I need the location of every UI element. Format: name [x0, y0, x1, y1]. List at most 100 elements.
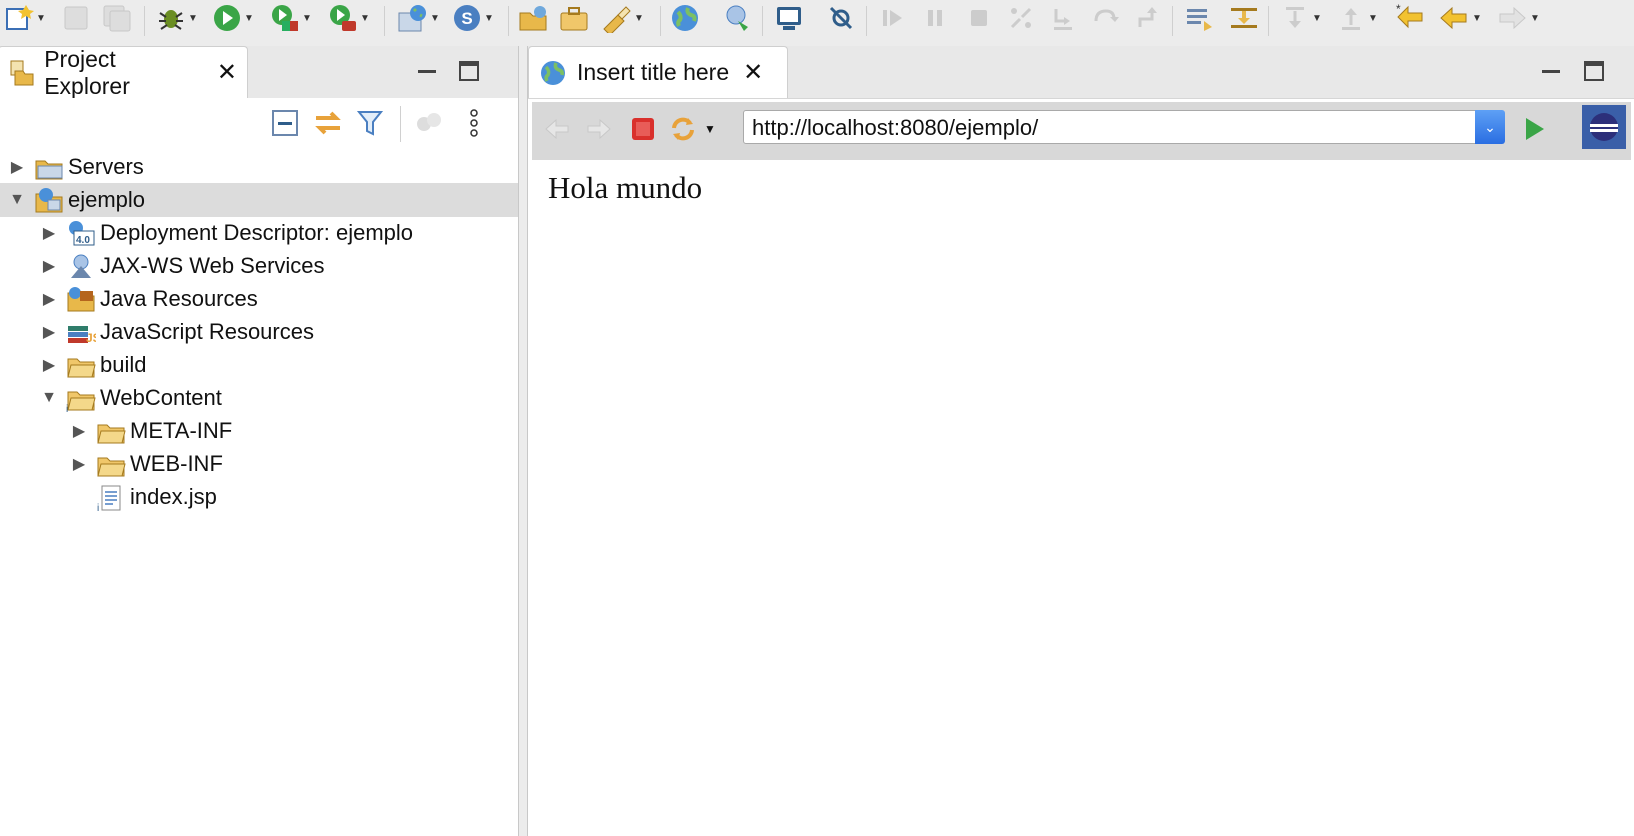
new-web-service-button[interactable]: S ▼ [452, 2, 494, 34]
last-edit-location-button[interactable]: * [1394, 2, 1426, 34]
disconnect-icon [1010, 7, 1032, 29]
suspend-button[interactable] [920, 2, 950, 34]
use-step-filters-button[interactable] [1184, 2, 1216, 34]
expand-arrow-icon[interactable]: ▶ [8, 157, 26, 177]
save-all-button[interactable] [102, 2, 132, 34]
run-icon [214, 5, 240, 31]
new-server-button[interactable]: ▼ [396, 2, 440, 34]
open-project-button[interactable] [518, 2, 550, 34]
step-return-icon [1138, 7, 1157, 27]
bug-icon [159, 10, 183, 30]
maximize-icon[interactable] [1583, 60, 1605, 82]
terminate-button[interactable] [964, 2, 994, 34]
resume-button[interactable] [878, 2, 908, 34]
skip-breakpoints-button[interactable] [826, 2, 856, 34]
tree-item-java-resources[interactable]: ▶ Java Resources [0, 282, 518, 316]
filter-icon[interactable] [356, 108, 384, 138]
globe-icon [672, 5, 698, 31]
tree-item-ejemplo[interactable]: ▼ ejemplo [0, 183, 518, 217]
tree-item-index-jsp[interactable]: i index.jsp [0, 480, 518, 514]
tree-item-javascript-resources[interactable]: ▶ JS JavaScript Resources [0, 315, 518, 349]
tree-item-jax-ws[interactable]: ▶ JAX-WS Web Services [0, 249, 518, 283]
web-services-explorer-button[interactable] [722, 2, 754, 34]
step-return-button[interactable] [1132, 2, 1162, 34]
svg-text:4.0: 4.0 [76, 235, 90, 246]
expand-arrow-icon[interactable]: ▶ [40, 355, 58, 375]
close-icon[interactable]: ✕ [217, 58, 237, 87]
tree-item-label: JAX-WS Web Services [100, 253, 325, 278]
debug-button[interactable]: ▼ [156, 2, 198, 34]
disconnect-button[interactable] [1006, 2, 1036, 34]
link-with-editor-icon[interactable] [312, 108, 344, 138]
open-type-button[interactable] [558, 2, 590, 34]
drop-to-frame-button[interactable] [1228, 2, 1260, 34]
search-button[interactable]: ▼ [600, 2, 644, 34]
tree-item-web-inf[interactable]: ▶ WEB-INF [0, 447, 518, 481]
minimize-icon[interactable] [416, 60, 438, 82]
collapse-arrow-icon[interactable]: ▼ [40, 389, 58, 407]
view-menu-icon[interactable] [466, 106, 482, 140]
back-arrow-icon [1440, 6, 1467, 30]
tab-insert-title-here[interactable]: Insert title here ✕ [528, 46, 788, 98]
stop-icon[interactable] [628, 114, 658, 144]
tree-item-label: Deployment Descriptor: ejemplo [100, 220, 414, 245]
console-button[interactable] [774, 2, 804, 34]
run-button[interactable]: ▼ [212, 2, 254, 34]
minimize-icon[interactable] [1540, 60, 1562, 82]
svg-text:S: S [461, 9, 472, 28]
next-annotation-button[interactable]: ▼ [1280, 2, 1322, 34]
tree-item-meta-inf[interactable]: ▶ META-INF [0, 414, 518, 448]
javascript-resources-icon: JS [68, 326, 96, 345]
expand-arrow-icon[interactable]: ▶ [40, 256, 58, 276]
collapse-all-icon[interactable] [270, 108, 300, 138]
url-history-dropdown[interactable]: ⌄ [1475, 110, 1505, 144]
server-globe-icon [398, 5, 426, 32]
browser-forward-icon[interactable] [584, 114, 614, 144]
expand-arrow-icon[interactable]: ▶ [70, 454, 88, 474]
svg-text:JS: JS [86, 331, 96, 345]
open-browser-button[interactable] [670, 2, 700, 34]
maximize-icon[interactable] [458, 60, 480, 82]
coverage-button[interactable]: ▼ [270, 2, 312, 34]
project-explorer-icon [10, 60, 34, 85]
refresh-icon[interactable] [668, 114, 698, 144]
focus-task-icon[interactable] [414, 108, 444, 138]
expand-arrow-icon[interactable]: ▶ [40, 223, 58, 243]
new-wizard-button[interactable]: ▼ [4, 2, 46, 34]
forward-button[interactable]: ▼ [1496, 2, 1540, 34]
browser-back-icon[interactable] [542, 114, 572, 144]
web-service-icon: S [454, 5, 480, 31]
previous-annotation-button[interactable]: ▼ [1336, 2, 1378, 34]
folder-icon [67, 358, 96, 378]
server-folder-icon [35, 160, 63, 180]
web-project-icon [35, 188, 63, 213]
briefcase-icon [560, 7, 588, 31]
step-into-button[interactable] [1048, 2, 1078, 34]
url-input[interactable]: http://localhost:8080/ejemplo/ [743, 110, 1503, 144]
new-icon [6, 5, 34, 30]
svg-text:i: i [97, 503, 99, 511]
refresh-dropdown-icon[interactable]: ▼ [704, 122, 716, 136]
expand-arrow-icon[interactable]: ▶ [40, 322, 58, 342]
tree-item-label: index.jsp [130, 484, 217, 509]
close-icon[interactable]: ✕ [743, 58, 763, 87]
terminate-icon [971, 10, 987, 26]
step-over-button[interactable] [1090, 2, 1120, 34]
expand-arrow-icon[interactable]: ▶ [40, 289, 58, 309]
tab-project-explorer[interactable]: Project Explorer ✕ [0, 46, 248, 99]
external-tools-button[interactable]: ▼ [328, 2, 370, 34]
last-edit-icon: * [1396, 3, 1423, 29]
resume-icon [883, 10, 902, 26]
tree-item-deployment-descriptor[interactable]: ▶ 4.0 Deployment Descriptor: ejemplo [0, 216, 518, 250]
back-button[interactable]: ▼ [1438, 2, 1482, 34]
collapse-arrow-icon[interactable]: ▼ [8, 191, 26, 209]
folder-icon [97, 424, 126, 444]
tree-item-servers[interactable]: ▶ Servers [0, 150, 518, 184]
save-button[interactable] [62, 2, 90, 34]
expand-arrow-icon[interactable]: ▶ [70, 421, 88, 441]
tree-item-build[interactable]: ▶ build [0, 348, 518, 382]
arrow-up-icon [1342, 8, 1360, 30]
go-icon[interactable] [1520, 114, 1550, 144]
drop-frame-icon [1231, 8, 1257, 28]
tree-item-webcontent[interactable]: ▼ i WebContent [0, 381, 518, 415]
